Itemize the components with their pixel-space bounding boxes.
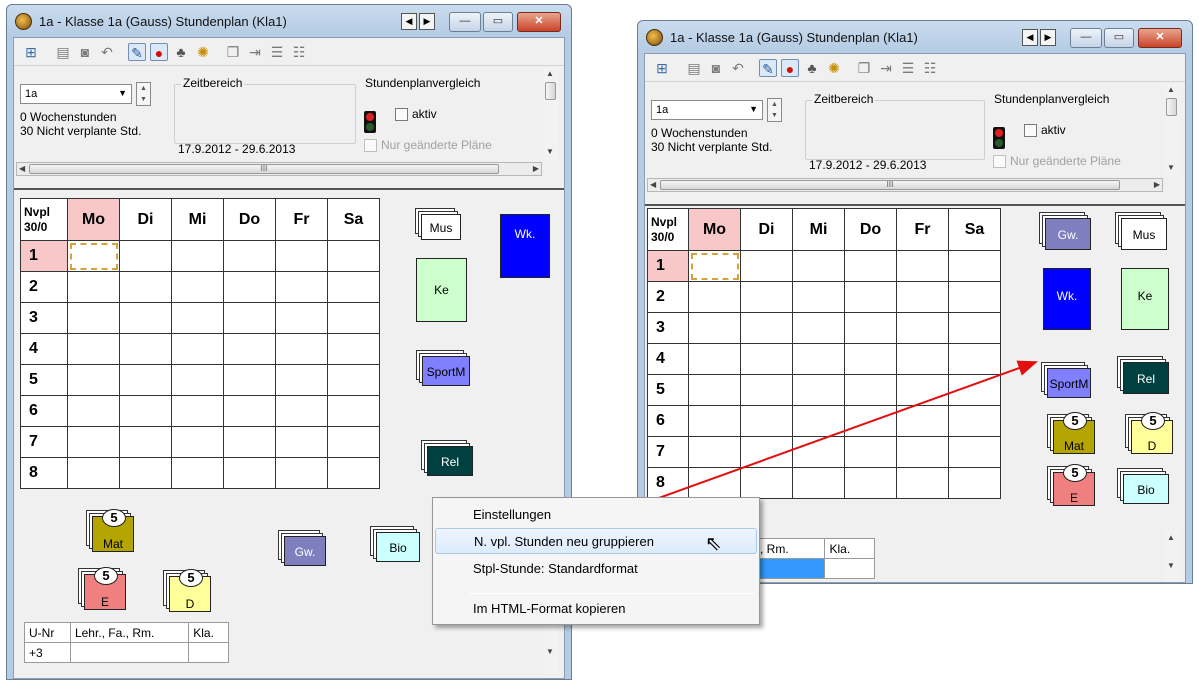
menu-separator — [469, 593, 755, 594]
menu-item-standardformat[interactable]: Stpl-Stunde: Standardformat — [435, 556, 757, 582]
context-menu: Einstellungen N. vpl. Stunden neu gruppi… — [432, 497, 760, 625]
mouse-cursor-icon: ⇖ — [705, 533, 722, 555]
menu-item-einstellungen[interactable]: Einstellungen — [435, 502, 757, 528]
menu-item-html-copy[interactable]: Im HTML-Format kopieren — [435, 596, 757, 622]
